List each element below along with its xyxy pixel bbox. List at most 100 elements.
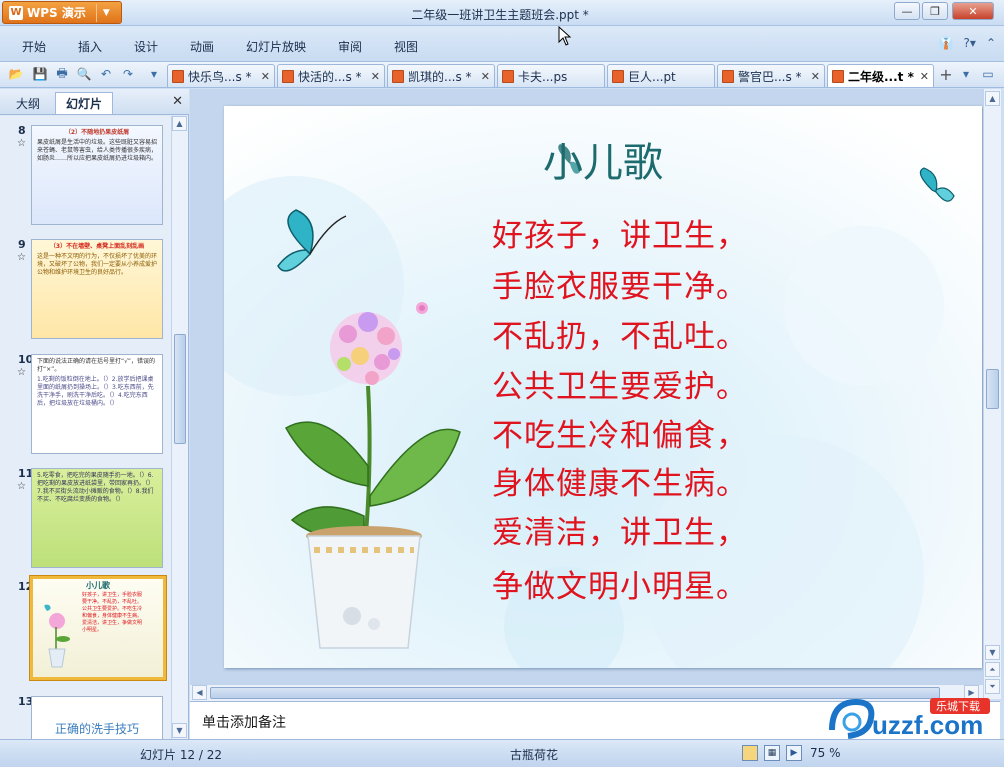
menu-home[interactable]: 开始	[22, 38, 46, 55]
animation-star-icon: ☆	[17, 252, 26, 263]
slide-vertical-scrollbar[interactable]: ▲ ▼ ⏶ ⏷	[983, 89, 1001, 699]
doc-tab[interactable]: 巨人...pt	[607, 64, 715, 87]
thumb-title: （3）不在墙壁、桌凳上面乱刻乱画	[49, 243, 145, 250]
scroll-thumb[interactable]	[174, 334, 186, 444]
menu-insert[interactable]: 插入	[78, 38, 102, 55]
tab-close-icon[interactable]: ✕	[811, 70, 820, 83]
poem-line[interactable]: 不吃生冷和偏食，	[492, 410, 748, 455]
undo-icon[interactable]: ↶	[98, 66, 114, 82]
slide-sorter-icon[interactable]: ▦	[764, 745, 780, 761]
restore-icon: ❐	[930, 4, 940, 18]
menu-slideshow[interactable]: 幻灯片放映	[246, 38, 306, 55]
normal-view-icon[interactable]	[742, 745, 758, 761]
previous-slide-icon[interactable]: ⏶	[985, 662, 1000, 677]
slide-title[interactable]: 小儿歌	[224, 130, 982, 188]
wps-logo-icon: W	[9, 5, 23, 20]
minimize-icon: —	[901, 4, 913, 18]
open-icon[interactable]: 📂	[8, 66, 24, 82]
ppt-file-icon	[502, 69, 514, 83]
mouse-cursor-icon	[558, 26, 572, 46]
theme-name[interactable]: 古瓶荷花	[510, 746, 558, 763]
help-area: 👔 ?▾ ⌃	[939, 36, 996, 50]
tab-outline[interactable]: 大纲	[6, 92, 50, 114]
close-icon: ✕	[968, 4, 978, 18]
slideshow-icon[interactable]: ▶	[786, 745, 802, 761]
tab-close-icon[interactable]: ✕	[261, 70, 270, 83]
quick-access-and-tabs: 📂 💾 🖶 🔍 ↶ ↷ ▾ 快乐鸟...s * ✕ 快活的...s * ✕ 凯琪的.…	[0, 62, 1004, 88]
ppt-file-icon	[832, 69, 844, 83]
close-button[interactable]: ✕	[952, 2, 994, 20]
scroll-down-icon[interactable]: ▼	[985, 645, 1000, 660]
watermark-badge: 乐城下载	[936, 700, 980, 713]
poem-line[interactable]: 身体健康不生病。	[492, 458, 748, 503]
thumb-body: 这是一种不文明的行为，不仅损坏了优美的环境，又破坏了公物，我们一定要从小养成爱护…	[37, 253, 158, 276]
slide-thumbnail[interactable]: 5.吃零食，把吃完的果皮随手扔一地。（）6.把吃剩的果皮放进纸袋里，带回家再扔。…	[31, 468, 163, 568]
new-tab-icon[interactable]: +	[938, 65, 954, 84]
scroll-down-icon[interactable]: ▼	[172, 723, 187, 738]
scroll-thumb[interactable]	[986, 369, 999, 409]
doc-tab-label: 警官巴...s *	[738, 69, 802, 84]
tab-list-icon[interactable]: ▾	[958, 66, 974, 82]
window-layout-icon[interactable]: ▭	[980, 66, 996, 82]
title-bar: W WPS 演示 ▼ 二年级一班讲卫生主题班会.ppt * — ❐ ✕	[0, 0, 1004, 26]
doc-tab[interactable]: 快乐鸟...s * ✕	[167, 64, 275, 87]
doc-tab[interactable]: 警官巴...s * ✕	[717, 64, 825, 87]
maximize-button[interactable]: ❐	[922, 2, 948, 20]
menu-animation[interactable]: 动画	[190, 38, 214, 55]
watermark-brand: uzzf.com	[872, 710, 983, 740]
slide-thumbnail-selected[interactable]: 小儿歌 好孩子，讲卫生，手脸衣服要干净。不乱扔，不乱吐。公共卫生要爱护。不吃生冷…	[29, 575, 167, 681]
minimize-button[interactable]: —	[894, 2, 920, 20]
doc-tab[interactable]: 卡夫...ps	[497, 64, 605, 87]
print-icon[interactable]: 🖶	[54, 66, 70, 82]
close-panel-icon[interactable]: ✕	[172, 94, 183, 109]
slide-thumbnail[interactable]: （3）不在墙壁、桌凳上面乱刻乱画 这是一种不文明的行为，不仅损坏了优美的环境，又…	[31, 239, 163, 339]
scroll-left-icon[interactable]: ◀	[192, 685, 207, 700]
slide-thumbnail[interactable]: 正确的洗手技巧	[31, 696, 163, 739]
app-name: WPS 演示	[27, 6, 86, 20]
customize-toolbar-icon[interactable]: ▾	[146, 66, 162, 82]
poem-line[interactable]: 手脸衣服要干净。	[492, 261, 748, 306]
minimize-ribbon-icon[interactable]: ⌃	[986, 36, 996, 50]
poem-line[interactable]: 不乱扔，不乱吐。	[492, 311, 748, 356]
scroll-up-icon[interactable]: ▲	[985, 91, 1000, 106]
notes-placeholder[interactable]: 单击添加备注	[202, 712, 286, 732]
tab-close-icon[interactable]: ✕	[371, 70, 380, 83]
wps-app-menu-button[interactable]: W WPS 演示 ▼	[2, 1, 122, 24]
slide-canvas[interactable]: 小儿歌 好孩子，讲卫生， 手脸衣服要干净。 不乱扔，不乱吐。 公共卫生要爱护。 …	[224, 106, 982, 668]
tab-close-icon[interactable]: ✕	[481, 70, 490, 83]
doc-tab-active[interactable]: 二年级...t * ✕	[827, 64, 934, 87]
slide-thumbnail[interactable]: 下面的说法正确的请在括号里打“√”，错误的打“×”。 1.吃剩的饭粒倒在地上。（…	[31, 354, 163, 454]
poem-line[interactable]: 公共卫生要爱护。	[492, 361, 748, 406]
doc-tab[interactable]: 快活的...s * ✕	[277, 64, 385, 87]
zoom-level[interactable]: 75 %	[810, 746, 841, 760]
tab-slides[interactable]: 幻灯片	[55, 92, 114, 114]
menu-view[interactable]: 视图	[394, 38, 418, 55]
thumbnail-list: 8 ☆ （2）不随地扔果皮纸屑 果皮纸屑是生活中的垃圾。这些既脏又容易招来苍蝇、…	[0, 116, 171, 739]
menu-review[interactable]: 审阅	[338, 38, 362, 55]
ppt-file-icon	[612, 69, 624, 83]
redo-icon[interactable]: ↷	[120, 66, 136, 82]
poem-line[interactable]: 争做文明小明星。	[492, 561, 748, 606]
animation-star-icon: ☆	[17, 367, 26, 378]
thumb-title: 正确的洗手技巧	[54, 722, 139, 736]
help-icon[interactable]: ?▾	[964, 36, 976, 50]
next-slide-icon[interactable]: ⏷	[985, 679, 1000, 694]
menu-design[interactable]: 设计	[134, 38, 158, 55]
skin-icon[interactable]: 👔	[939, 36, 954, 50]
animation-star-icon: ☆	[17, 138, 26, 149]
thumbnail-scrollbar[interactable]: ▲ ▼	[171, 116, 188, 739]
uzzf-watermark-logo: uzzf.com 乐城下载	[829, 698, 990, 740]
poem-line[interactable]: 好孩子，讲卫生，	[492, 210, 748, 255]
ppt-file-icon	[392, 69, 404, 83]
doc-tab[interactable]: 凯琪的...s * ✕	[387, 64, 495, 87]
save-icon[interactable]: 💾	[32, 66, 48, 82]
sparkle-decoration	[416, 302, 428, 314]
slide-thumbnail[interactable]: （2）不随地扔果皮纸屑 果皮纸屑是生活中的垃圾。这些既脏又容易招来苍蝇、老鼠等害…	[31, 125, 163, 225]
ppt-file-icon	[282, 69, 294, 83]
scroll-up-icon[interactable]: ▲	[172, 116, 187, 131]
poem-line[interactable]: 爱清洁，讲卫生，	[492, 507, 748, 552]
print-preview-icon[interactable]: 🔍	[76, 66, 92, 82]
butterfly-left	[277, 209, 347, 272]
tab-close-icon[interactable]: ✕	[920, 70, 929, 83]
doc-tab-label: 巨人...pt	[628, 69, 676, 84]
